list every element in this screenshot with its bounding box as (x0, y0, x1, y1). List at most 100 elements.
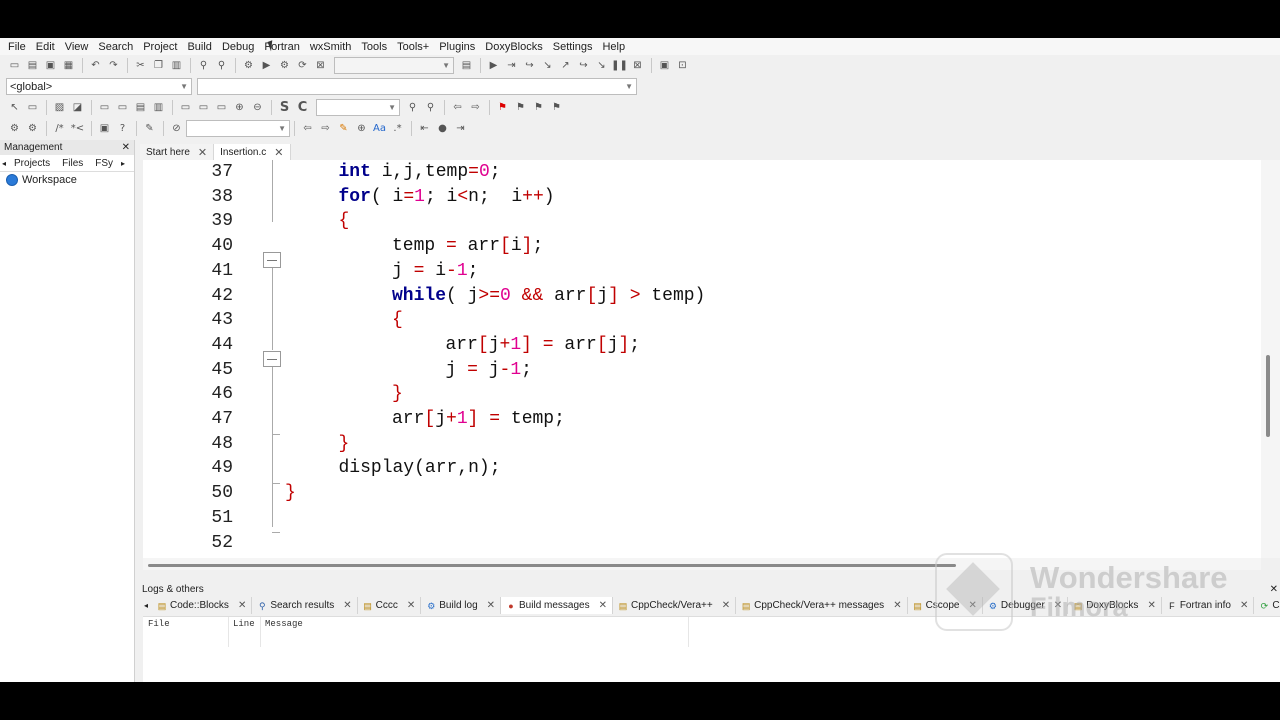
abort-icon[interactable]: ⊠ (312, 57, 329, 73)
jump-forward-icon[interactable]: ⇨ (467, 100, 484, 116)
shape3-icon[interactable]: ▭ (213, 100, 230, 116)
menu-edit[interactable]: Edit (31, 41, 60, 53)
info-icon[interactable]: ⊡ (674, 57, 691, 73)
code-line[interactable]: 42 while( j>=0 && arr[j] > temp) (143, 284, 1261, 309)
step-instruction-icon[interactable]: ↘ (593, 57, 610, 73)
step-out-icon[interactable]: ↗ (557, 57, 574, 73)
log-tab-search-results[interactable]: ⚲ Search results ✕ (252, 597, 358, 614)
search-combo[interactable]: ▼ (316, 99, 400, 116)
prev-icon[interactable]: ⇦ (299, 121, 316, 137)
new-file-icon[interactable]: ▭ (6, 57, 23, 73)
code-line[interactable]: 48} (143, 432, 1261, 457)
preferences-icon[interactable]: ✎ (141, 121, 158, 137)
shape2-icon[interactable]: ▭ (195, 100, 212, 116)
pause-icon[interactable]: ❚❚ (611, 57, 628, 73)
close-icon[interactable]: ✕ (407, 600, 415, 611)
line-comment-icon[interactable]: *< (69, 121, 86, 137)
menu-file[interactable]: File (3, 41, 31, 53)
scroll-thumb[interactable] (148, 564, 956, 567)
scroll-left-icon[interactable]: ◂ (140, 601, 152, 610)
close-icon[interactable]: ✕ (1270, 584, 1278, 595)
code-line[interactable]: 41 j = i-1; (143, 259, 1261, 284)
scroll-thumb[interactable] (1266, 355, 1270, 437)
save-all-icon[interactable]: ▦ (60, 57, 77, 73)
code-editor[interactable]: 37 int i,j,temp=0; 38 for( i=1; i<n; i++) 39… (143, 160, 1261, 558)
code-line[interactable]: 49 display(arr,n); (143, 456, 1261, 481)
menu-tools[interactable]: Tools (356, 41, 392, 53)
nav-forward-icon[interactable]: ⇥ (452, 121, 469, 137)
step-into-icon[interactable]: ↘ (539, 57, 556, 73)
build-run-icon[interactable]: ⚙ (276, 57, 293, 73)
menu-wxsmith[interactable]: wxSmith (305, 41, 357, 53)
regex-icon[interactable]: .* (389, 121, 406, 137)
zoom-in-icon[interactable]: ⊕ (231, 100, 248, 116)
bookmark-icon[interactable]: ⚑ (494, 100, 511, 116)
build-messages-list[interactable]: File Line Message (143, 616, 1280, 682)
undo-icon[interactable]: ↶ (87, 57, 104, 73)
box4-icon[interactable]: ▥ (150, 100, 167, 116)
code-line[interactable]: 46} (143, 382, 1261, 407)
nav-back-icon[interactable]: ⇤ (416, 121, 433, 137)
menu-search[interactable]: Search (93, 41, 138, 53)
log-tab-cccc[interactable]: ▤ Cccc ✕ (358, 597, 422, 614)
close-icon[interactable]: ✕ (599, 600, 607, 611)
box2-icon[interactable]: ▭ (114, 100, 131, 116)
close-icon[interactable]: ✕ (1240, 600, 1248, 611)
close-icon[interactable]: ✕ (343, 600, 351, 611)
log-tab-build-messages[interactable]: ● Build messages ✕ (501, 597, 613, 614)
s-icon[interactable]: S (276, 100, 293, 116)
jump-back-icon[interactable]: ⇦ (449, 100, 466, 116)
vertical-scrollbar[interactable] (1261, 160, 1280, 558)
block-comment-icon[interactable]: /* (51, 121, 68, 137)
debug-continue-icon[interactable]: ▶ (485, 57, 502, 73)
menu-help[interactable]: Help (597, 41, 630, 53)
next-line-icon[interactable]: ↪ (521, 57, 538, 73)
log-tab-cppcheck-vera-messages[interactable]: ▤ CppCheck/Vera++ messages ✕ (736, 597, 908, 614)
close-icon[interactable]: ✕ (722, 600, 730, 611)
code-line[interactable]: 43 { (143, 308, 1261, 333)
find-icon[interactable]: ⚲ (195, 57, 212, 73)
box3-icon[interactable]: ▤ (132, 100, 149, 116)
build-icon[interactable]: ⚙ (240, 57, 257, 73)
scope-combo[interactable]: <global> ▼ (6, 78, 192, 95)
save-icon[interactable]: ▣ (42, 57, 59, 73)
code-line[interactable]: 45 j = j-1; (143, 358, 1261, 383)
menu-plugins[interactable]: Plugins (434, 41, 480, 53)
replace-icon[interactable]: ⚲ (213, 57, 230, 73)
shape1-icon[interactable]: ▭ (177, 100, 194, 116)
rect-select-icon[interactable]: ▭ (24, 100, 41, 116)
highlight-icon[interactable]: ✎ (335, 121, 352, 137)
match-case-icon[interactable]: Aa (371, 121, 388, 137)
code-line[interactable]: 38 for( i=1; i<n; i++) (143, 185, 1261, 210)
code-line[interactable]: 39 { (143, 209, 1261, 234)
block-alt-icon[interactable]: ◪ (69, 100, 86, 116)
html-icon[interactable]: ▣ (96, 121, 113, 137)
menu-project[interactable]: Project (138, 41, 182, 53)
menu-fortran[interactable]: Fortran (259, 41, 304, 53)
extract-icon[interactable]: ⚙ (24, 121, 41, 137)
close-icon[interactable]: ✕ (122, 142, 130, 153)
column-header-file[interactable]: File (148, 619, 170, 629)
scroll-left-icon[interactable]: ◂ (0, 159, 8, 168)
tab-files[interactable]: Files (56, 158, 89, 169)
log-tab-code-blocks[interactable]: ▤ Code::Blocks ✕ (152, 597, 253, 614)
nav-stop-icon[interactable]: ● (434, 121, 451, 137)
column-header-message[interactable]: Message (265, 619, 303, 629)
code-line[interactable]: 52 (143, 531, 1261, 556)
c-icon[interactable]: C (294, 100, 311, 116)
log-tab-build-log[interactable]: ⚙ Build log ✕ (421, 597, 502, 614)
box-icon[interactable]: ▭ (96, 100, 113, 116)
menu-tools-[interactable]: Tools+ (392, 41, 434, 53)
run-to-cursor-icon[interactable]: ⇥ (503, 57, 520, 73)
log-tab-cppcheck-vera-[interactable]: ▤ CppCheck/Vera++ ✕ (613, 597, 737, 614)
stop-debug-icon[interactable]: ⊠ (629, 57, 646, 73)
incremental-search-combo[interactable]: ▼ (186, 120, 290, 137)
code-line[interactable]: 51 (143, 506, 1261, 531)
next-instruction-icon[interactable]: ↪ (575, 57, 592, 73)
tab-start-here[interactable]: Start here ✕ (140, 144, 215, 160)
run-icon[interactable]: ▶ (258, 57, 275, 73)
menu-doxyblocks[interactable]: DoxyBlocks (480, 41, 547, 53)
code-line[interactable]: 47 arr[j+1] = temp; (143, 407, 1261, 432)
doxywizard-icon[interactable]: ⚙ (6, 121, 23, 137)
clear-bookmarks-icon[interactable]: ⚑ (548, 100, 565, 116)
